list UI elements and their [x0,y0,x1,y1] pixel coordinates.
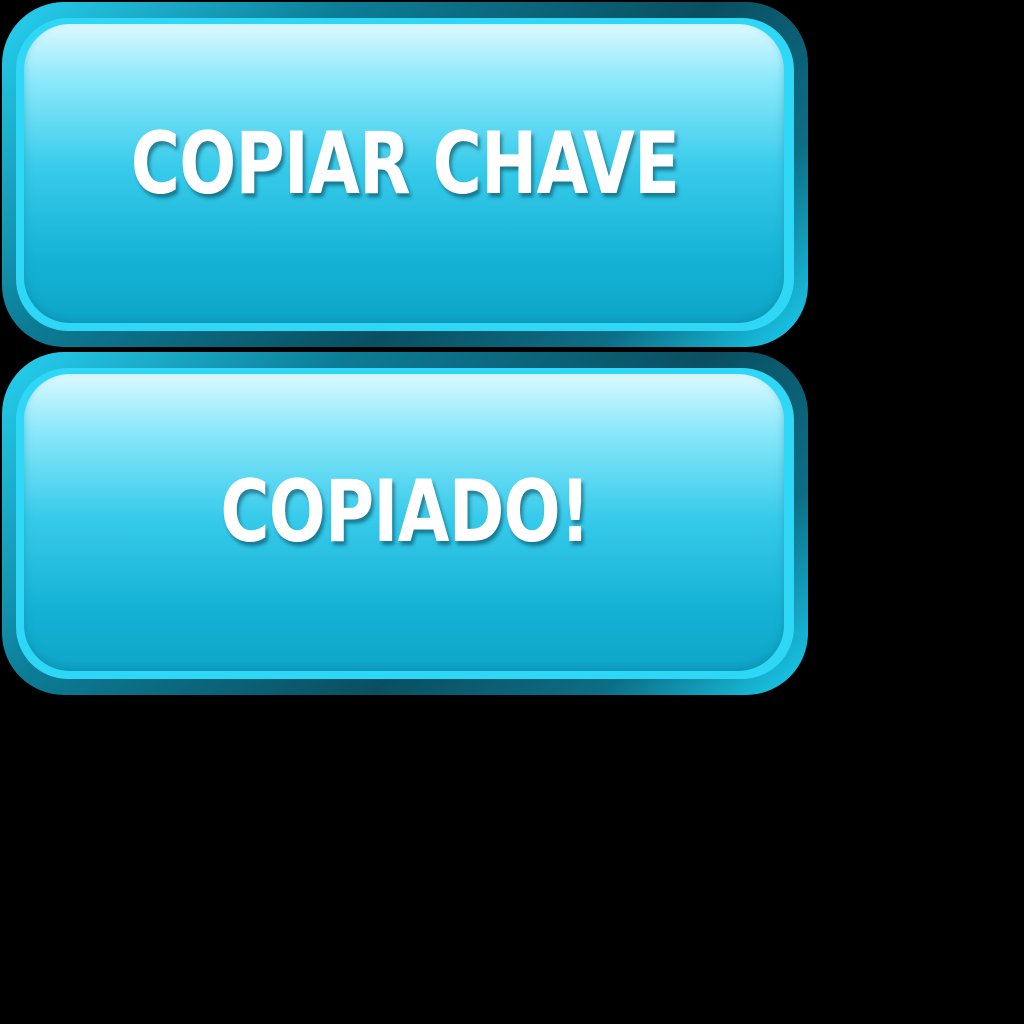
canvas: COPIAR CHAVE COPIADO! [0,0,1024,1024]
copy-key-button[interactable]: COPIAR CHAVE [2,2,808,347]
copied-button[interactable]: COPIADO! [2,352,808,695]
copied-button-label: COPIADO! [220,462,590,562]
copy-key-button-label: COPIAR CHAVE [130,114,680,214]
